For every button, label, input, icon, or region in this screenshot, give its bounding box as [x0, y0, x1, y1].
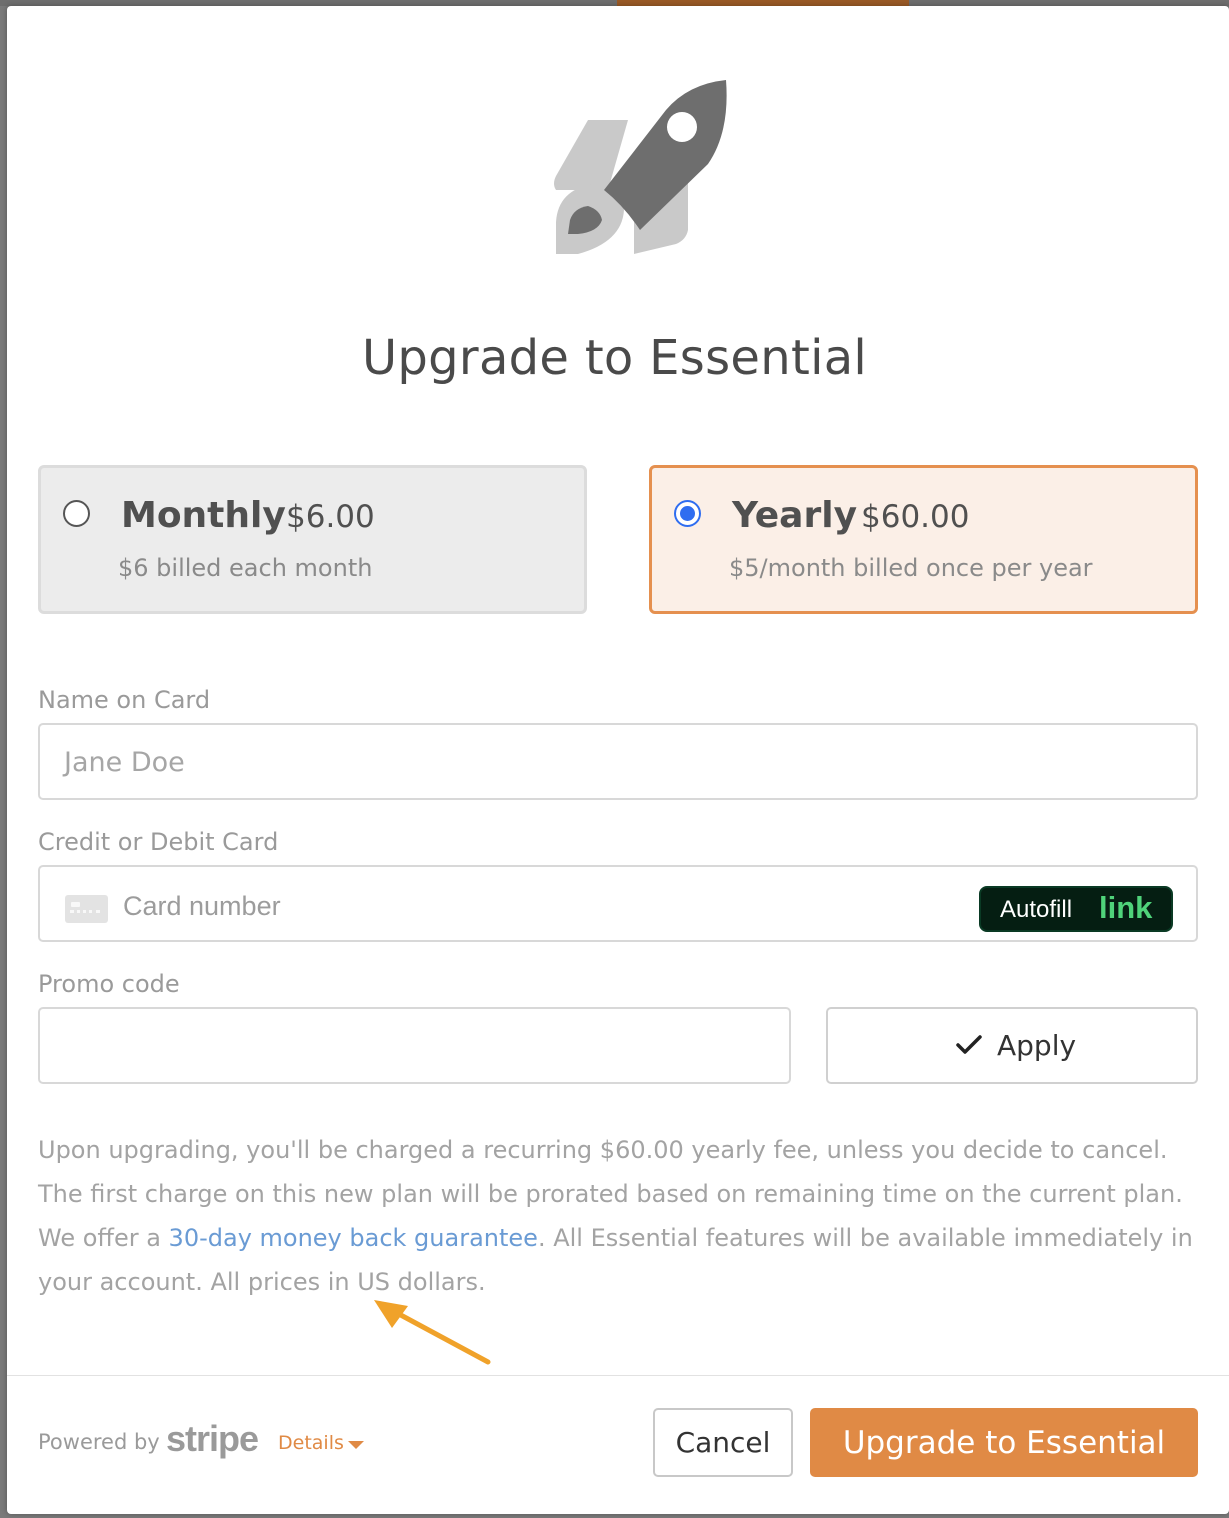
autofill-text: Autofill — [1000, 896, 1073, 923]
plan-price: $6.00 — [286, 499, 375, 535]
card-number-input[interactable]: Card number Autofill link — [38, 865, 1198, 942]
plan-name: Monthly — [121, 495, 286, 536]
plan-name: Yearly — [732, 495, 858, 536]
plan-subtitle: $5/month billed once per year — [729, 554, 1093, 582]
arrow-annotation — [374, 1300, 491, 1365]
card-number-placeholder: Card number — [123, 891, 281, 921]
autofill-link-button[interactable]: Autofill link — [979, 886, 1173, 932]
link-logo: link — [1099, 890, 1153, 925]
details-toggle[interactable]: Details — [278, 1432, 344, 1454]
plan-option-yearly[interactable]: Yearly $60.00 $5/month billed once per y… — [649, 465, 1198, 614]
radio-monthly[interactable] — [63, 500, 90, 527]
credit-card-icon — [65, 895, 108, 923]
name-on-card-label: Name on Card — [38, 686, 211, 714]
promo-code-input[interactable] — [38, 1007, 791, 1084]
check-icon — [956, 1035, 982, 1054]
page-title: Upgrade to Essential — [361, 330, 868, 386]
stripe-logo: stripe — [166, 1418, 259, 1459]
powered-by-text: Powered by — [38, 1430, 160, 1454]
promo-code-label: Promo code — [38, 970, 180, 998]
plan-price: $60.00 — [861, 499, 970, 535]
cancel-button[interactable]: Cancel — [653, 1408, 793, 1477]
apply-label: Apply — [997, 1029, 1077, 1062]
name-placeholder: Jane Doe — [64, 747, 185, 778]
money-back-guarantee-link[interactable]: 30-day money back guarantee — [169, 1224, 538, 1252]
apply-button[interactable]: Apply — [826, 1007, 1198, 1084]
plan-subtitle: $6 billed each month — [118, 554, 373, 582]
name-on-card-input[interactable]: Jane Doe — [38, 723, 1198, 800]
billing-disclaimer: Upon upgrading, you'll be charged a recu… — [38, 1128, 1198, 1304]
radio-yearly[interactable] — [674, 500, 701, 527]
plan-option-monthly[interactable]: Monthly $6.00 $6 billed each month — [38, 465, 587, 614]
caret-down-icon[interactable] — [348, 1441, 364, 1449]
rocket-icon — [554, 80, 727, 254]
upgrade-button[interactable]: Upgrade to Essential — [810, 1408, 1198, 1477]
card-label: Credit or Debit Card — [38, 828, 279, 856]
footer-divider — [7, 1375, 1229, 1376]
